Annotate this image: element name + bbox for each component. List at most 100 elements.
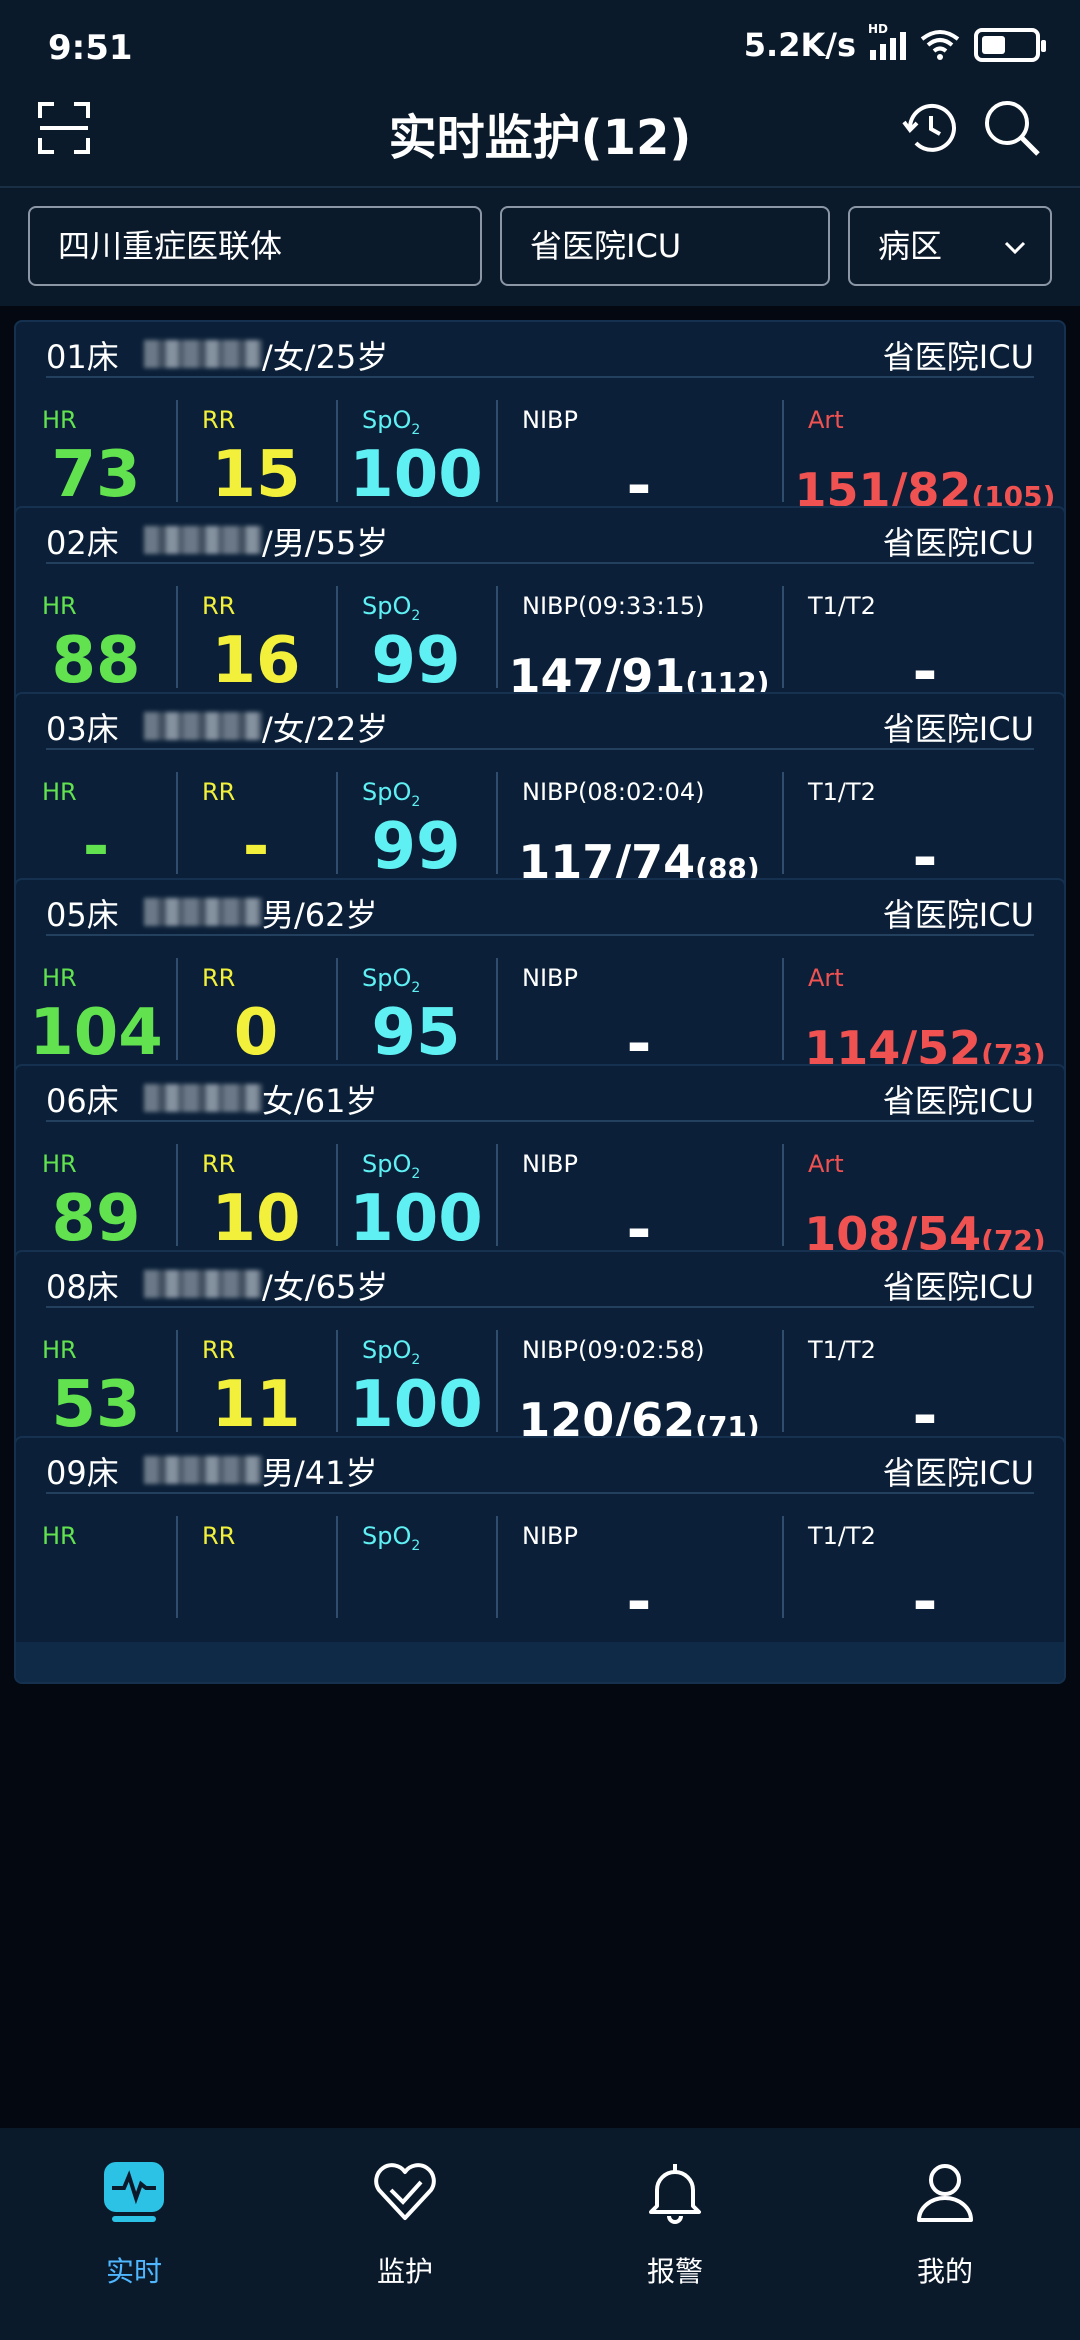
nibp-cell: NIBP(09:33:15) 147/91(112) <box>496 570 782 703</box>
rr-value: - <box>242 810 270 884</box>
spo2-cell: SpO2 100 <box>336 1314 496 1444</box>
hospital-name: 省医院ICU <box>882 338 1034 376</box>
patient-info: /女/25岁 <box>262 338 389 376</box>
hr-label: HR <box>42 406 77 434</box>
unit-filter[interactable]: 省医院ICU <box>500 206 830 286</box>
rr-value: 11 <box>211 1368 301 1442</box>
card-header: 02床 /男/55岁 省医院ICU <box>16 508 1064 564</box>
history-icon[interactable] <box>900 98 960 158</box>
hr-label: HR <box>42 778 77 806</box>
card-divider <box>46 934 1034 936</box>
art-or-temp-value: - <box>912 1567 938 1637</box>
hr-cell: HR 88 <box>16 570 176 700</box>
spo2-label: SpO2 <box>362 778 421 810</box>
bell-icon <box>649 2164 701 2224</box>
rr-label: RR <box>202 1150 236 1178</box>
card-header: 03床 /女/22岁 省医院ICU <box>16 694 1064 750</box>
nibp-label: NIBP(08:02:04) <box>522 778 705 806</box>
tab-monitor[interactable]: 监护 <box>305 2158 505 2298</box>
tab-mine[interactable]: 我的 <box>845 2158 1045 2298</box>
nibp-label: NIBP <box>522 406 578 434</box>
bed-number: 09床 <box>46 1454 119 1492</box>
rr-cell: RR 11 <box>176 1314 336 1444</box>
nibp-cell: NIBP(08:02:04) 117/74(88) <box>496 756 782 889</box>
tab-realtime[interactable]: 实时 <box>34 2158 234 2298</box>
card-divider <box>46 748 1034 750</box>
patient-name-redacted <box>144 1084 262 1112</box>
bed-number: 06床 <box>46 1082 119 1120</box>
chevron-down-icon <box>1004 241 1026 255</box>
art-or-temp-cell: T1/T2 - <box>782 756 1064 893</box>
nibp-cell: NIBP - <box>496 942 782 1079</box>
rr-cell: RR 16 <box>176 570 336 700</box>
art-or-temp-label: T1/T2 <box>808 778 876 806</box>
spo2-value: 95 <box>371 996 461 1070</box>
patient-info: /女/65岁 <box>262 1268 389 1306</box>
hr-cell: HR 89 <box>16 1128 176 1258</box>
pulse-icon <box>104 2162 164 2222</box>
rr-value: 10 <box>211 1182 301 1256</box>
nibp-value: - <box>626 1567 652 1637</box>
nibp-cell: NIBP - <box>496 1500 782 1637</box>
org-filter[interactable]: 四川重症医联体 <box>28 206 482 286</box>
tab-label: 报警 <box>646 2255 703 2288</box>
card-header: 01床 /女/25岁 省医院ICU <box>16 322 1064 378</box>
bed-number: 02床 <box>46 524 119 562</box>
filter-bar: 四川重症医联体 省医院ICU 病区 <box>0 188 1080 306</box>
status-time: 9:51 <box>48 28 133 68</box>
net-speed: 5.2K/s <box>743 26 856 64</box>
art-or-temp-cell: T1/T2 - <box>782 570 1064 707</box>
art-or-temp-label: Art <box>808 964 844 992</box>
tab-alarm[interactable]: 报警 <box>575 2158 775 2298</box>
rr-label: RR <box>202 778 236 806</box>
hr-cell: HR 104 <box>16 942 176 1072</box>
battery-fill <box>982 36 1005 54</box>
card-divider <box>46 1120 1034 1122</box>
bottom-tab-bar: 实时 监护 报警 我的 <box>0 2128 1080 2340</box>
hr-cell: HR 73 <box>16 384 176 514</box>
spo2-cell: SpO2 100 <box>336 384 496 514</box>
heart-check-icon <box>374 2163 436 2220</box>
rr-cell: RR <box>176 1500 336 1630</box>
nibp-label: NIBP <box>522 1522 578 1550</box>
hr-label: HR <box>42 1522 77 1550</box>
spo2-value: 99 <box>371 624 461 698</box>
hospital-name: 省医院ICU <box>882 1082 1034 1120</box>
bed-number: 03床 <box>46 710 119 748</box>
card-divider <box>46 376 1034 378</box>
hr-value: 73 <box>51 438 141 512</box>
rr-value: 15 <box>211 438 301 512</box>
art-or-temp-cell: T1/T2 - <box>782 1314 1064 1451</box>
nibp-label: NIBP <box>522 964 578 992</box>
patient-info: 男/62岁 <box>262 896 378 934</box>
card-header: 06床 女/61岁 省医院ICU <box>16 1066 1064 1122</box>
patient-info: 女/61岁 <box>262 1082 378 1120</box>
hr-label: HR <box>42 592 77 620</box>
card-header: 09床 男/41岁 省医院ICU <box>16 1438 1064 1494</box>
patient-list[interactable]: 01床 /女/25岁 省医院ICU HR 73 RR 15 SpO2 100 N… <box>0 306 1080 2128</box>
rr-label: RR <box>202 1522 236 1550</box>
rr-cell: RR 10 <box>176 1128 336 1258</box>
hr-value: 89 <box>51 1182 141 1256</box>
tab-label: 实时 <box>105 2255 162 2288</box>
search-icon[interactable] <box>980 96 1042 158</box>
spo2-label: SpO2 <box>362 1522 421 1554</box>
hr-value: 53 <box>51 1368 141 1442</box>
card-divider <box>46 562 1034 564</box>
spo2-value: 99 <box>371 810 461 884</box>
rr-value: 16 <box>211 624 301 698</box>
spo2-cell: SpO2 99 <box>336 570 496 700</box>
ward-filter-label: 病区 <box>878 227 943 265</box>
tab-label: 我的 <box>916 2255 973 2288</box>
hospital-name: 省医院ICU <box>882 896 1034 934</box>
patient-name-redacted <box>144 898 262 926</box>
spo2-value: 100 <box>349 1368 483 1442</box>
hr-cell: HR 53 <box>16 1314 176 1444</box>
ward-filter[interactable]: 病区 <box>848 206 1052 286</box>
rr-cell: RR - <box>176 756 336 886</box>
card-footer <box>16 1642 1064 1682</box>
status-icons: 5.2K/s HD <box>743 22 1046 64</box>
hr-value: 88 <box>51 624 141 698</box>
nibp-cell: NIBP - <box>496 384 782 521</box>
patient-card[interactable]: 09床 男/41岁 省医院ICU HR RR SpO2 NIBP - T1/T2… <box>14 1436 1066 1684</box>
